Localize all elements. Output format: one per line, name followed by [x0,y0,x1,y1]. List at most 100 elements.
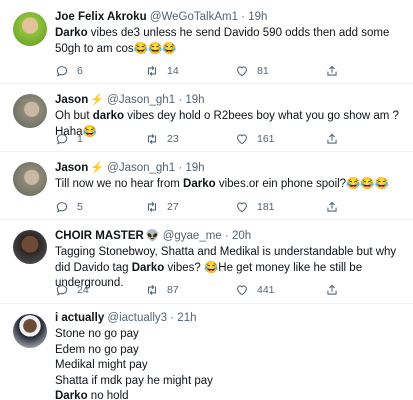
share-icon [327,201,337,212]
like-count: 181 [257,201,275,213]
heart-icon [237,285,247,296]
reply-count: 6 [77,65,83,77]
display-name[interactable]: Joe Felix Akroku [55,11,147,23]
action-bar: 5 27 181 [55,199,365,215]
share-button[interactable] [325,282,365,298]
speech-bubble-icon [56,66,68,77]
keyword-highlight: darko [92,110,125,122]
speech-bubble-icon [56,285,68,296]
share-button[interactable] [325,63,365,79]
separator-dot: · [224,230,229,242]
tweet-card[interactable]: i actually @iactually3 · 21h Stone no go… [0,304,413,400]
avatar[interactable] [13,230,47,264]
retweet-count: 27 [167,201,179,213]
speech-bubble-icon [56,202,68,213]
tweet-text-part: vibes.or ein phone spoil?😂😂😂 [215,178,390,190]
heart-icon [237,134,247,145]
tweet-text: Till now we no hear from Darko vibes.or … [55,177,403,193]
display-name[interactable]: Jason [55,162,88,174]
user-handle[interactable]: @iactually3 [107,312,167,324]
tweet-text-part: Stone no go pay Edem no go pay Medikal m… [55,328,213,387]
display-name[interactable]: i actually [55,312,104,324]
tweet-header: Jason ⚡ @Jason_gh1 · 19h [55,161,403,175]
tweet-header: Jason ⚡ @Jason_gh1 · 19h [55,93,403,107]
tweet-header: CHOIR MASTER 👽 @gyae_me · 20h [55,229,403,243]
tweet-card[interactable]: Joe Felix Akroku @WeGoTalkAm1 · 19h Dark… [0,0,413,84]
share-icon [327,65,337,76]
like-count: 161 [257,133,275,145]
action-bar: 24 87 441 [55,282,365,298]
retweet-icon [147,65,157,77]
reply-button[interactable]: 5 [55,199,145,215]
keyword-highlight: Darko [131,261,165,274]
like-count: 441 [257,284,275,296]
keyword-highlight: Darko [55,390,88,400]
retweet-button[interactable]: 87 [145,282,235,298]
like-button[interactable]: 161 [235,131,325,147]
display-name[interactable]: CHOIR MASTER [55,230,144,242]
action-bar: 6 14 81 [55,63,365,79]
tweet-card[interactable]: CHOIR MASTER 👽 @gyae_me · 20h Tagging Sto… [0,220,413,304]
tweet-text: Stone no go pay Edem no go pay Medikal m… [55,327,403,400]
tweet-text-part: Oh but [55,110,93,122]
tweet-text: Darko vibes de3 unless he send Davido 59… [55,26,403,57]
like-button[interactable]: 181 [235,199,325,215]
reply-button[interactable]: 24 [55,282,145,298]
tweet-text-part: vibes de3 unless he send Davido 590 odds… [55,27,393,55]
like-count: 81 [257,65,269,77]
tweet-feed: Joe Felix Akroku @WeGoTalkAm1 · 19h Dark… [0,0,413,400]
retweet-button[interactable]: 14 [145,63,235,79]
reply-count: 5 [77,201,83,213]
timestamp[interactable]: 19h [248,11,267,23]
separator-dot: · [178,162,183,174]
avatar[interactable] [13,162,47,196]
tweet-text-part: Till now we no hear from [55,178,184,190]
retweet-button[interactable]: 23 [145,131,235,147]
keyword-highlight: Darko [183,178,216,190]
lightning-icon: ⚡ [90,94,104,106]
heart-icon [237,66,247,77]
timestamp[interactable]: 19h [185,162,204,174]
heart-icon [237,202,247,213]
retweet-button[interactable]: 27 [145,199,235,215]
reply-button[interactable]: 6 [55,63,145,79]
timestamp[interactable]: 21h [177,312,196,324]
avatar[interactable] [13,12,47,46]
user-handle[interactable]: @Jason_gh1 [107,94,175,106]
separator-dot: · [178,94,183,106]
timestamp[interactable]: 19h [185,94,204,106]
avatar[interactable] [13,314,47,348]
share-icon [327,133,337,144]
timestamp[interactable]: 20h [232,230,251,242]
tweet-card[interactable]: Jason ⚡ @Jason_gh1 · 19h Till now we no h… [0,152,413,220]
tweet-header: Joe Felix Akroku @WeGoTalkAm1 · 19h [55,10,403,24]
retweet-icon [147,201,157,213]
user-handle[interactable]: @WeGoTalkAm1 [150,11,238,23]
retweet-icon [147,284,157,296]
avatar[interactable] [13,94,47,128]
share-icon [327,284,337,295]
retweet-icon [147,133,157,145]
tweet-text-part: no hold [87,390,129,400]
retweet-count: 23 [167,133,179,145]
user-handle[interactable]: @gyae_me [163,230,222,242]
share-button[interactable] [325,131,365,147]
retweet-count: 87 [167,284,179,296]
tweet-card[interactable]: Jason ⚡ @Jason_gh1 · 19h Oh but darko vib… [0,84,413,152]
tweet-header: i actually @iactually3 · 21h [55,311,403,325]
lightning-icon: ⚡ [90,162,104,174]
display-name[interactable]: Jason [55,94,88,106]
like-button[interactable]: 441 [235,282,325,298]
action-bar: 1 23 161 [55,131,365,147]
separator-dot: · [241,11,246,23]
reply-count: 24 [77,284,89,296]
alien-icon: 👽 [145,230,160,242]
reply-button[interactable]: 1 [55,131,145,147]
like-button[interactable]: 81 [235,63,325,79]
share-button[interactable] [325,199,365,215]
user-handle[interactable]: @Jason_gh1 [107,162,175,174]
speech-bubble-icon [56,134,68,145]
reply-count: 1 [77,133,83,145]
separator-dot: · [170,312,175,324]
keyword-highlight: Darko [55,27,88,39]
